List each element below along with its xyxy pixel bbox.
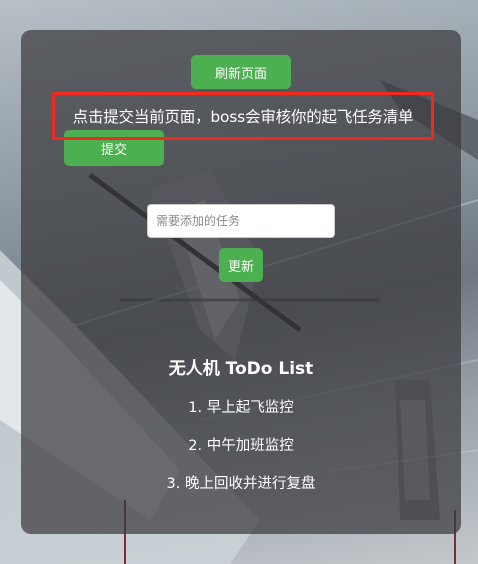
submit-notice-text: 点击提交当前页面，boss会审核你的起飞任务清单 <box>72 108 414 126</box>
submit-notice-highlight: 点击提交当前页面，boss会审核你的起飞任务清单 <box>52 92 434 140</box>
update-button[interactable]: 更新 <box>219 248 263 282</box>
list-item: 3. 晚上回收并进行复盘 <box>166 476 316 492</box>
todo-list: 1. 早上起飞监控 2. 中午加班监控 3. 晚上回收并进行复盘 <box>21 397 461 511</box>
page: 刷新页面 提交 点击提交当前页面，boss会审核你的起飞任务清单 更新 无人机 … <box>0 0 478 564</box>
todo-card: 刷新页面 提交 点击提交当前页面，boss会审核你的起飞任务清单 更新 无人机 … <box>21 30 461 534</box>
refresh-page-button[interactable]: 刷新页面 <box>191 55 291 89</box>
list-item: 2. 中午加班监控 <box>188 438 294 454</box>
todo-list-title: 无人机 ToDo List <box>168 359 314 379</box>
list-item: 1. 早上起飞监控 <box>188 400 294 416</box>
task-input[interactable] <box>147 204 335 238</box>
